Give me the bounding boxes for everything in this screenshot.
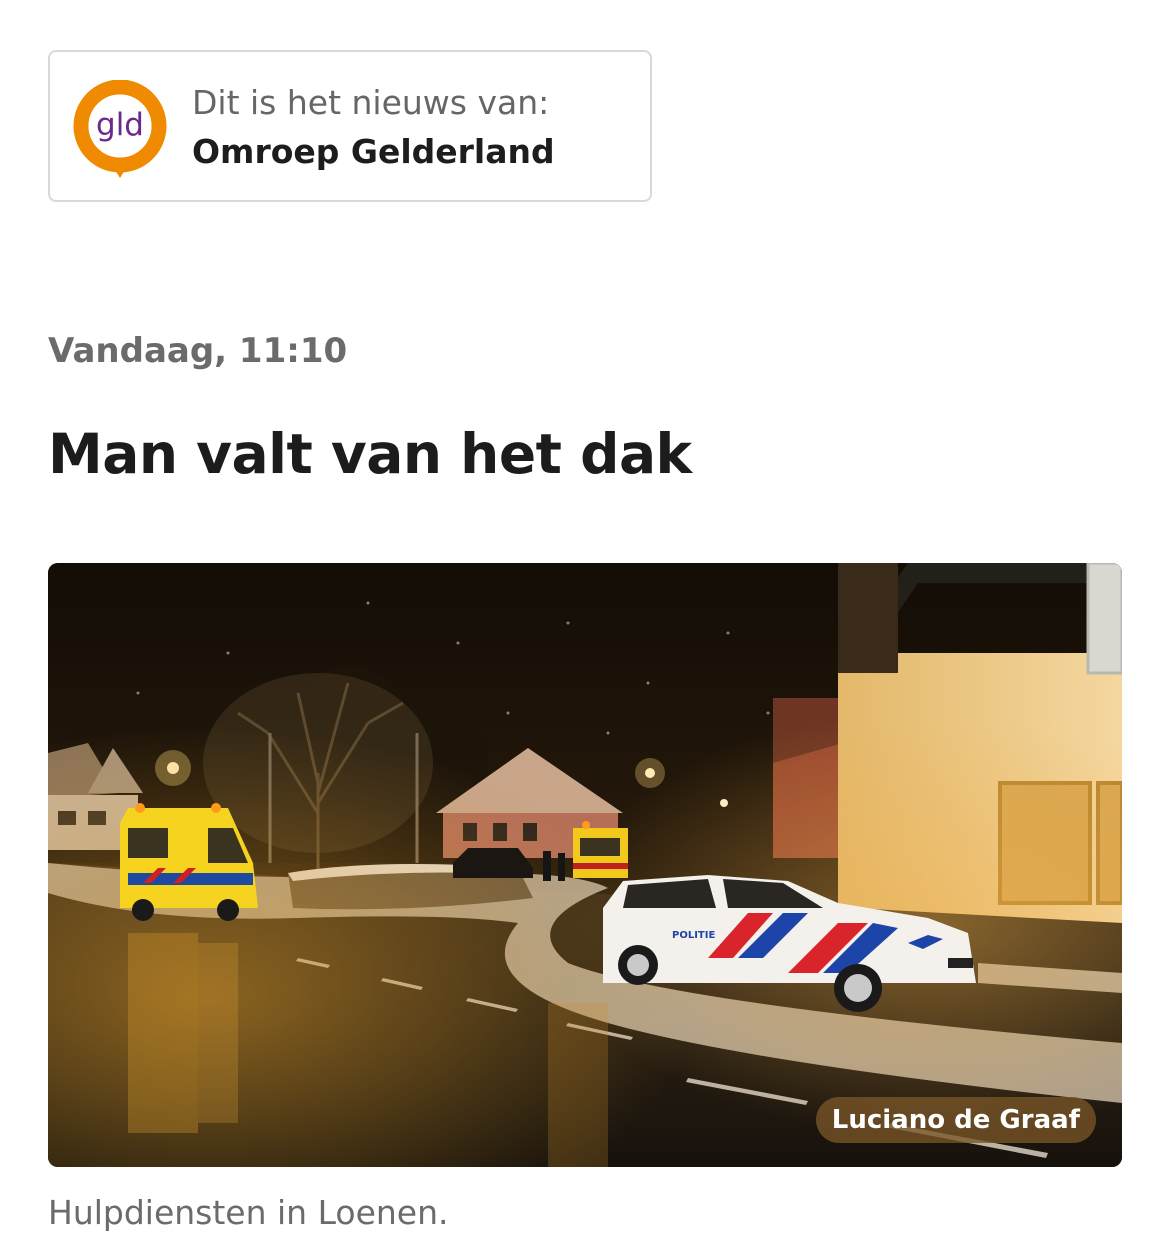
source-intro-text: Dit is het nieuws van: xyxy=(192,83,550,122)
article-title: Man valt van het dak xyxy=(48,422,692,486)
omroep-gelderland-logo: gld xyxy=(72,79,168,180)
source-name[interactable]: Omroep Gelderland xyxy=(192,130,555,174)
svg-text:POLITIE: POLITIE xyxy=(672,930,715,941)
photo-caption: Hulpdiensten in Loenen. xyxy=(48,1193,449,1232)
svg-text:gld: gld xyxy=(96,107,144,143)
article-timestamp: Vandaag, 11:10 xyxy=(48,331,348,371)
photo-credit: Luciano de Graaf xyxy=(815,1097,1096,1143)
source-card[interactable]: gld Dit is het nieuws van: Omroep Gelder… xyxy=(48,50,652,202)
article-photo[interactable]: POLITIE Luciano de Graaf xyxy=(48,563,1122,1167)
